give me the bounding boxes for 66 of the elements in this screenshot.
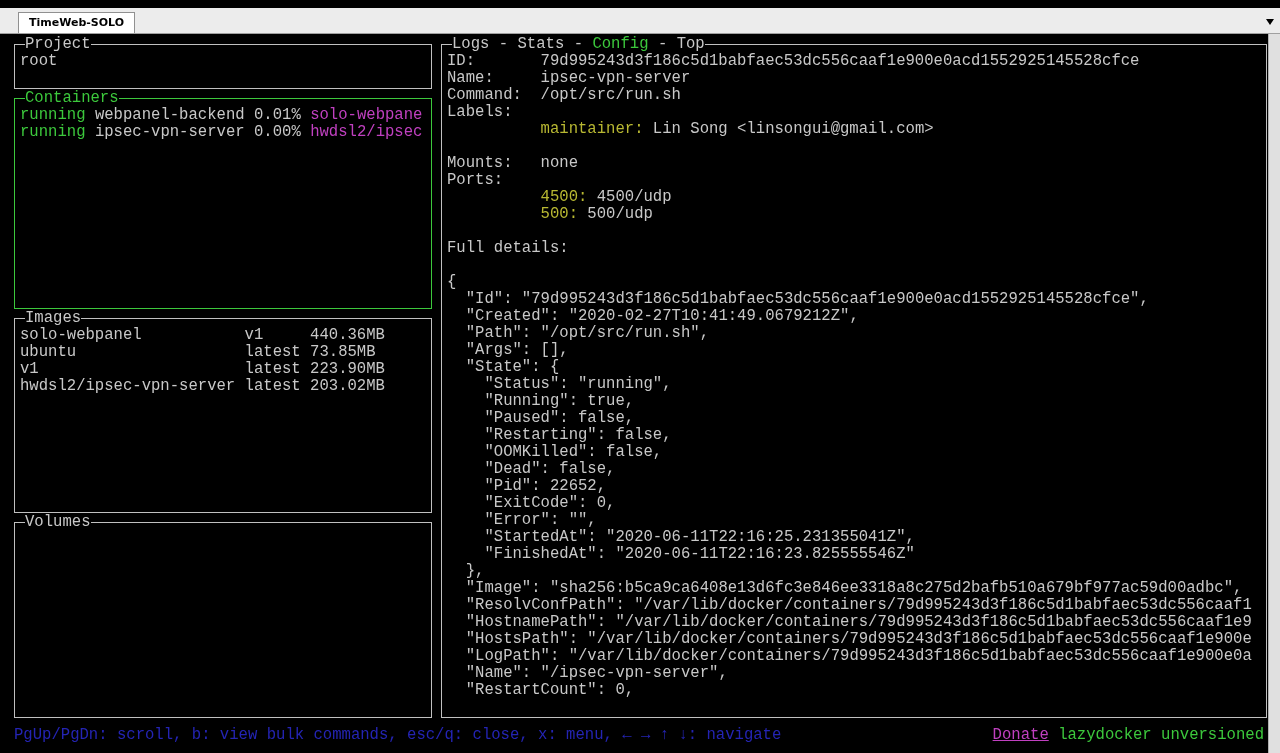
label-value: Lin Song <linsongui@gmail.com> [652, 121, 934, 138]
tab-separator: - [572, 37, 585, 53]
json-line: "Name": "/ipsec-vpn-server", [464, 665, 728, 682]
image-row[interactable]: solo-webpanel v1 440.36MB [20, 327, 426, 345]
panel-title: Project [25, 37, 91, 53]
container-row[interactable]: running webpanel-backend 0.01% solo-webpane [20, 106, 426, 124]
label-value: 500/udp [587, 206, 653, 223]
json-line: { [447, 274, 457, 291]
tab-separator: - [497, 37, 510, 53]
image-row[interactable]: v1 latest 223.90MB [20, 361, 426, 379]
version-text: lazydocker unversioned [1058, 727, 1264, 744]
tab-separator: - [656, 37, 669, 53]
json-line: "Id": "79d995243d3f186c5d1babfaec53dc556caaf1e900e0acd1552925145528cfce", [464, 291, 1149, 308]
scrollbar[interactable] [1268, 34, 1280, 753]
json-line: "RestartCount": 0, [464, 682, 635, 699]
json-line: "Restarting": false, [483, 427, 672, 444]
label-key: 500: [540, 206, 578, 223]
field-label: ID: [447, 53, 477, 70]
json-line: "Status": "running", [483, 376, 672, 393]
json-line: "Pid": 22652, [483, 478, 607, 495]
panel-tab[interactable]: Top [676, 37, 705, 53]
json-line: "HostsPath": "/var/lib/docker/containers/79d995243d3f186c5d1babfaec53dc556caaf1e900e [464, 631, 1252, 648]
json-line: "Image": "sha256:b5ca9ca6408e13d6fc3e846ee3318a8c275d2bafb510a679bf977ac59d00adbc", [464, 580, 1243, 597]
json-line: "OOMKilled": false, [483, 444, 663, 461]
image-row[interactable]: hwdsl2/ipsec-vpn-server latest 203.02MB [20, 378, 426, 396]
json-line: "FinishedAt": "2020-06-11T22:16:23.825555546Z" [483, 546, 915, 563]
json-line: "Path": "/opt/src/run.sh", [464, 325, 710, 342]
keybinding-help: PgUp/PgDn: scroll, b: view bulk commands, esc/q: close, x: menu, ← → ↑ ↓: navigate [14, 727, 782, 744]
panel-title: Images [25, 311, 82, 328]
field-label: Name: [447, 70, 495, 87]
field-value: /opt/src/run.sh [540, 87, 681, 104]
donate-link[interactable]: Donate [992, 727, 1049, 744]
panel-tab[interactable]: Stats [517, 37, 565, 53]
container-row[interactable]: running ipsec-vpn-server 0.00% hwdsl2/ipsec [20, 123, 426, 141]
image-row[interactable]: ubuntu latest 73.85MB [20, 344, 426, 362]
panel-tab[interactable]: Logs [452, 37, 490, 53]
json-line: "Args": [], [464, 342, 569, 359]
json-line: "Running": true, [483, 393, 635, 410]
json-line: "ResolvConfPath": "/var/lib/docker/containers/79d995243d3f186c5d1babfaec53dc556caaf1 [464, 597, 1252, 614]
json-line: "LogPath": "/var/lib/docker/containers/79d995243d3f186c5d1babfaec53dc556caaf1e900e0a [464, 648, 1252, 665]
json-line: "HostnamePath": "/var/lib/docker/containers/79d995243d3f186c5d1babfaec53dc556caaf1e9 [464, 614, 1252, 631]
project-name[interactable]: root [20, 53, 426, 70]
field-value: ipsec-vpn-server [540, 70, 691, 87]
label-value: 4500/udp [596, 189, 672, 206]
field-label: Labels: [447, 104, 514, 121]
field-value: none [540, 155, 578, 172]
label-key: 4500: [540, 189, 588, 206]
field-label: Ports: [447, 172, 505, 189]
panel-title: Containers [25, 90, 119, 107]
json-line: "State": { [464, 359, 560, 376]
panel-title: Volumes [25, 515, 91, 532]
json-line: "Paused": false, [483, 410, 635, 427]
section-heading: Full details: [447, 240, 569, 257]
field-label: Command: [447, 87, 523, 104]
json-line: }, [464, 563, 485, 580]
label-key: maintainer: [540, 121, 644, 138]
json-line: "Created": "2020-02-27T10:41:49.0679212Z", [464, 308, 859, 325]
json-line: "Dead": false, [483, 461, 616, 478]
caret-icon[interactable] [1266, 19, 1274, 25]
json-line: "ExitCode": 0, [483, 495, 616, 512]
field-label: Mounts: [447, 155, 514, 172]
field-value: 79d995243d3f186c5d1babfaec53dc556caaf1e900e0acd1552925145528cfce [540, 53, 1140, 70]
json-line: "Error": "", [483, 512, 597, 529]
json-line: "StartedAt": "2020-06-11T22:16:25.231355041Z", [483, 529, 915, 546]
session-tab[interactable]: TimeWeb-SOLO [18, 12, 136, 33]
panel-tab[interactable]: Config [592, 37, 649, 53]
